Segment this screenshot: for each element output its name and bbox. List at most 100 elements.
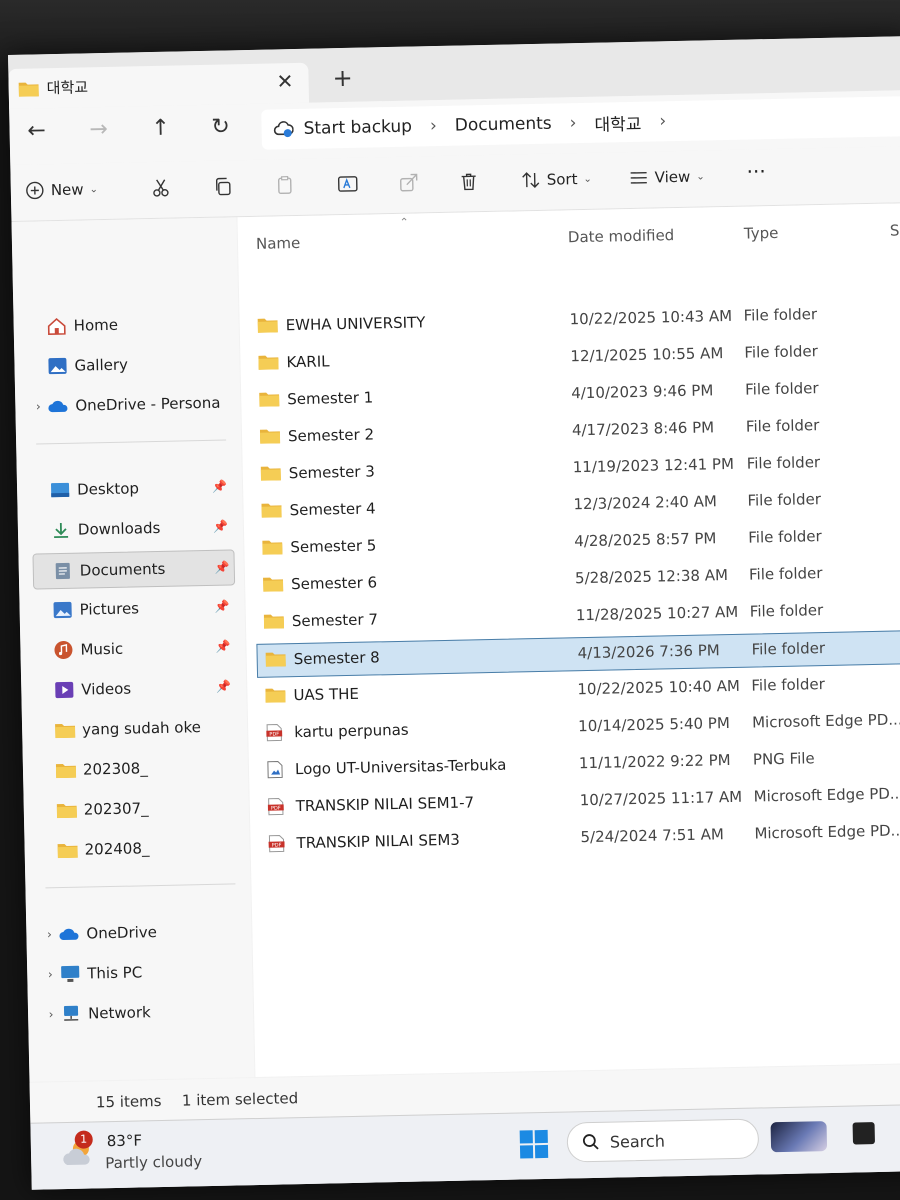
chevron-down-icon: ⌄ xyxy=(583,173,592,185)
folder-icon xyxy=(259,427,281,447)
file-type: File folder xyxy=(746,453,821,473)
folder-icon xyxy=(258,353,279,373)
breadcrumb-separator[interactable]: › xyxy=(422,116,445,136)
network-icon xyxy=(60,1004,82,1024)
folder-icon xyxy=(263,575,284,595)
breadcrumb-separator[interactable]: › xyxy=(651,111,674,131)
sidebar-item-onedrive-personal[interactable]: › OneDrive - Persona xyxy=(29,385,230,423)
view-button[interactable]: View ⌄ xyxy=(629,166,705,188)
sort-button[interactable]: Sort ⌄ xyxy=(521,169,593,190)
folder-icon xyxy=(265,650,286,670)
sidebar-item-pictures[interactable]: Pictures 📌 xyxy=(33,589,234,627)
sidebar-item-videos[interactable]: Videos 📌 xyxy=(35,669,236,707)
sidebar-item-documents[interactable]: Documents 📌 xyxy=(32,549,236,590)
file-date-modified: 4/10/2023 9:46 PM xyxy=(571,381,714,403)
breadcrumb-documents[interactable]: Documents xyxy=(445,113,562,136)
sidebar-item-202308[interactable]: 202308_ xyxy=(37,749,238,787)
sidebar-item-label: Downloads xyxy=(77,518,161,539)
delete-button[interactable] xyxy=(459,171,479,191)
sidebar-item-onedrive[interactable]: › OneDrive xyxy=(40,913,241,951)
forward-button[interactable]: → xyxy=(83,117,114,143)
selection-count: 1 item selected xyxy=(181,1089,299,1110)
chevron-right-icon[interactable]: › xyxy=(42,1007,60,1021)
music-icon xyxy=(52,640,74,660)
backup-cloud-icon xyxy=(273,121,294,138)
share-button[interactable] xyxy=(399,172,419,192)
column-header-name[interactable]: Name xyxy=(256,234,301,253)
new-label: New xyxy=(50,180,84,200)
file-name: Semester 4 xyxy=(289,499,376,520)
file-type: PNG File xyxy=(752,749,815,769)
svg-text:PDF: PDF xyxy=(271,805,281,811)
sidebar-item-label: This PC xyxy=(87,963,143,983)
column-header-date[interactable]: Date modified xyxy=(568,226,675,246)
sidebar-item-network[interactable]: › Network xyxy=(42,993,243,1031)
share-icon xyxy=(400,173,418,192)
file-date-modified: 4/13/2026 7:36 PM xyxy=(577,641,720,663)
sidebar-item-202408[interactable]: 202408_ xyxy=(38,829,239,867)
file-date-modified: 10/22/2025 10:43 AM xyxy=(569,306,733,329)
sidebar-item-downloads[interactable]: Downloads 📌 xyxy=(32,509,233,547)
close-tab-button[interactable]: ✕ xyxy=(276,69,293,93)
folder-icon xyxy=(18,80,39,100)
sidebar-item-music[interactable]: Music 📌 xyxy=(34,629,235,667)
rename-button[interactable] xyxy=(337,174,359,194)
view-list-icon xyxy=(630,171,647,184)
sidebar-item-desktop[interactable]: Desktop 📌 xyxy=(31,469,232,507)
file-type: File folder xyxy=(749,601,824,621)
chevron-right-icon[interactable]: › xyxy=(29,399,47,413)
folder-icon xyxy=(261,501,282,521)
search-highlight-image[interactable] xyxy=(770,1121,828,1153)
copy-button[interactable] xyxy=(213,176,233,196)
sidebar-item-home[interactable]: Home xyxy=(27,305,228,343)
up-button[interactable]: ↑ xyxy=(145,116,176,142)
pdf-icon: PDF xyxy=(268,834,285,856)
chevron-right-icon[interactable]: › xyxy=(40,927,58,941)
breadcrumb-start-backup[interactable]: Start backup xyxy=(293,116,422,139)
back-button[interactable]: ← xyxy=(21,118,52,144)
sidebar-item-label: 202307_ xyxy=(83,799,149,819)
file-date-modified: 4/28/2025 8:57 PM xyxy=(574,529,717,551)
weather-temperature[interactable]: 83°F xyxy=(107,1131,143,1150)
cut-button[interactable] xyxy=(151,178,171,198)
file-type: File folder xyxy=(748,527,822,547)
sidebar-item-this-pc[interactable]: › This PC xyxy=(41,953,242,991)
chevron-down-icon: ⌄ xyxy=(89,183,99,195)
search-icon xyxy=(582,1134,599,1150)
breadcrumb[interactable]: Start backup › Documents › 대학교 › xyxy=(261,95,900,150)
sort-ascending-icon: ⌃ xyxy=(399,215,409,229)
onedrive-icon xyxy=(58,924,80,944)
new-button[interactable]: New ⌄ xyxy=(25,179,99,201)
pc-icon xyxy=(59,964,81,984)
svg-text:PDF: PDF xyxy=(269,731,279,737)
folder-icon xyxy=(262,538,283,558)
pin-icon: 📌 xyxy=(211,479,228,494)
file-type: File folder xyxy=(744,379,819,399)
sidebar-item-yang-sudah-oke[interactable]: yang sudah oke xyxy=(36,709,237,747)
sidebar-item-gallery[interactable]: Gallery xyxy=(28,345,229,383)
weather-condition[interactable]: Partly cloudy xyxy=(105,1152,202,1172)
taskbar-search-box[interactable]: Search xyxy=(566,1118,760,1163)
new-tab-button[interactable]: + xyxy=(332,64,353,92)
file-list: Name ⌃ Date modified Type Size EWHA UNIV… xyxy=(237,202,900,1078)
file-date-modified: 10/14/2025 5:40 PM xyxy=(577,714,731,736)
more-options-button[interactable]: ··· xyxy=(746,159,766,183)
onedrive-icon xyxy=(47,396,69,416)
paste-button[interactable] xyxy=(275,175,295,195)
file-explorer-window: 대학교 ✕ + ← → ↑ ↻ Start backup › Documents… xyxy=(8,36,900,1190)
tab-current-folder[interactable]: 대학교 ✕ xyxy=(8,62,310,109)
windows-start-icon[interactable] xyxy=(519,1129,550,1164)
folder-icon xyxy=(54,720,76,740)
sidebar-item-202307[interactable]: 202307_ xyxy=(37,789,238,827)
refresh-button[interactable]: ↻ xyxy=(205,114,236,140)
folder-icon xyxy=(56,800,78,820)
taskbar-app-icon[interactable] xyxy=(852,1122,875,1145)
column-header-type[interactable]: Type xyxy=(744,224,779,243)
sidebar-item-label: OneDrive xyxy=(86,923,158,943)
chevron-right-icon[interactable]: › xyxy=(41,967,59,981)
breadcrumb-separator[interactable]: › xyxy=(561,113,584,133)
clipboard-icon xyxy=(277,176,292,195)
breadcrumb-current-folder[interactable]: 대학교 xyxy=(584,109,651,135)
column-header-size[interactable]: Size xyxy=(890,221,900,240)
sidebar-item-label: 202308_ xyxy=(82,759,148,779)
